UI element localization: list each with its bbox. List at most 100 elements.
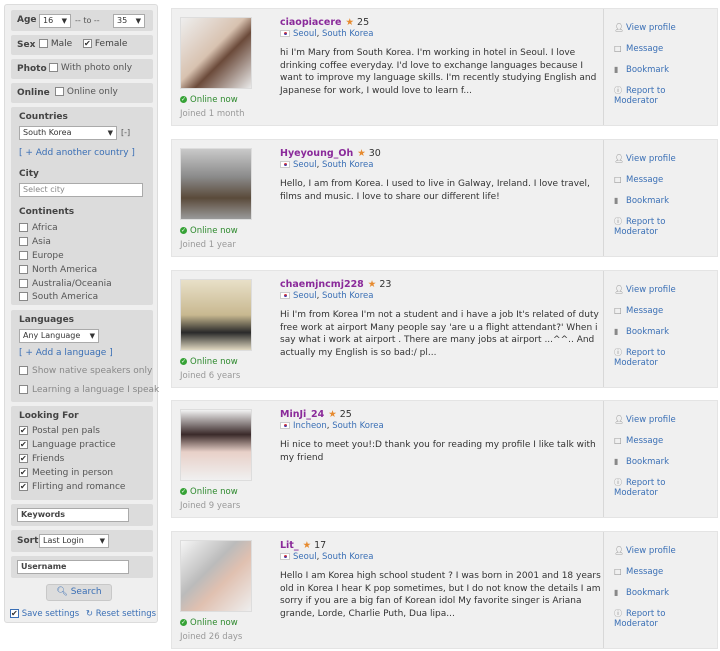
country-select[interactable]: South Korea ▼ bbox=[19, 126, 117, 140]
message-button[interactable]: □ Message bbox=[614, 306, 663, 316]
age-from-select[interactable]: 16 ▼ bbox=[39, 14, 71, 28]
looking-for-item[interactable]: Postal pen pals bbox=[19, 426, 100, 436]
view-profile-button[interactable]: 👤︎ View profile bbox=[614, 546, 676, 556]
report-button[interactable]: ⓘ Report to Moderator bbox=[614, 609, 665, 629]
looking-for-item[interactable]: Language practice bbox=[19, 440, 116, 450]
report-button[interactable]: ⓘ Report to Moderator bbox=[614, 217, 665, 237]
continent-checkbox[interactable] bbox=[19, 292, 28, 301]
add-country-link[interactable]: [ + Add another country ] bbox=[19, 148, 135, 158]
profile-photo[interactable] bbox=[180, 279, 252, 351]
remove-country-button[interactable]: [-] bbox=[121, 128, 130, 137]
language-select[interactable]: Any Language ▼ bbox=[19, 329, 99, 343]
view-profile-button[interactable]: 👤︎ View profile bbox=[614, 23, 676, 33]
learning-language-option[interactable]: Learning a language I speak bbox=[19, 385, 159, 395]
online-checkbox[interactable] bbox=[55, 87, 64, 96]
star-icon: ★ bbox=[302, 540, 312, 551]
username-link[interactable]: ciaopiacere bbox=[280, 17, 342, 28]
username-link[interactable]: Hyeyoung_Oh bbox=[280, 148, 353, 159]
bookmark-button[interactable]: ▮ Bookmark bbox=[614, 457, 669, 467]
country-link[interactable]: South Korea bbox=[322, 291, 374, 301]
female-checkbox[interactable] bbox=[83, 39, 92, 48]
city-link[interactable]: Incheon bbox=[293, 421, 327, 431]
continent-north-america[interactable]: North America bbox=[19, 265, 97, 275]
add-language-link[interactable]: [ + Add a language ] bbox=[19, 348, 113, 358]
message-button[interactable]: □ Message bbox=[614, 175, 663, 185]
message-button[interactable]: □ Message bbox=[614, 44, 663, 54]
native-speakers-checkbox[interactable] bbox=[19, 366, 28, 375]
continent-checkbox[interactable] bbox=[19, 279, 28, 288]
native-speakers-option[interactable]: Show native speakers only bbox=[19, 366, 152, 376]
sex-female-option[interactable]: Female bbox=[83, 39, 127, 49]
bookmark-icon: ▮ bbox=[614, 457, 619, 466]
learning-language-checkbox[interactable] bbox=[19, 385, 28, 394]
online-option[interactable]: Online only bbox=[55, 87, 118, 97]
continent-asia[interactable]: Asia bbox=[19, 237, 51, 247]
continent-south-america[interactable]: South America bbox=[19, 292, 98, 302]
looking-for-checkbox[interactable] bbox=[19, 454, 28, 463]
username-input[interactable]: Username bbox=[17, 560, 129, 574]
username-link[interactable]: chaemjncmj228 bbox=[280, 279, 364, 290]
view-profile-button[interactable]: 👤︎ View profile bbox=[614, 285, 676, 295]
looking-for-item[interactable]: Flirting and romance bbox=[19, 482, 125, 492]
sex-male-option[interactable]: Male bbox=[39, 39, 72, 49]
bookmark-button[interactable]: ▮ Bookmark bbox=[614, 588, 669, 598]
info-icon: ⓘ bbox=[614, 348, 622, 357]
report-label: Report to bbox=[626, 478, 666, 488]
sort-select[interactable]: Last Login ▼ bbox=[39, 534, 109, 548]
username-link[interactable]: Lit_ bbox=[280, 540, 299, 551]
profile-photo[interactable] bbox=[180, 409, 252, 481]
country-link[interactable]: South Korea bbox=[332, 421, 384, 431]
city-link[interactable]: Seoul bbox=[293, 291, 317, 301]
reset-settings-link[interactable]: ↻ Reset settings bbox=[86, 609, 156, 619]
city-placeholder: Select city bbox=[23, 185, 65, 194]
male-checkbox[interactable] bbox=[39, 39, 48, 48]
continent-europe[interactable]: Europe bbox=[19, 251, 64, 261]
continent-africa[interactable]: Africa bbox=[19, 223, 58, 233]
message-button[interactable]: □ Message bbox=[614, 436, 663, 446]
looking-for-checkbox[interactable] bbox=[19, 440, 28, 449]
continent-checkbox[interactable] bbox=[19, 251, 28, 260]
city-link[interactable]: Seoul bbox=[293, 552, 317, 562]
continent-checkbox[interactable] bbox=[19, 237, 28, 246]
keywords-input[interactable]: Keywords bbox=[17, 508, 129, 522]
age-to-select[interactable]: 35 ▼ bbox=[113, 14, 145, 28]
country-link[interactable]: South Korea bbox=[322, 160, 374, 170]
city-link[interactable]: Seoul bbox=[293, 29, 317, 39]
continent-checkbox[interactable] bbox=[19, 265, 28, 274]
chat-icon: □ bbox=[614, 436, 622, 445]
bookmark-button[interactable]: ▮ Bookmark bbox=[614, 327, 669, 337]
country-link[interactable]: South Korea bbox=[322, 552, 374, 562]
city-link[interactable]: Seoul bbox=[293, 160, 317, 170]
username-link[interactable]: MinJi_24 bbox=[280, 409, 324, 420]
continent-label: Africa bbox=[32, 223, 58, 233]
message-button[interactable]: □ Message bbox=[614, 567, 663, 577]
looking-for-item[interactable]: Friends bbox=[19, 454, 64, 464]
view-profile-button[interactable]: 👤︎ View profile bbox=[614, 415, 676, 425]
star-icon: ★ bbox=[367, 279, 377, 290]
looking-for-checkbox[interactable] bbox=[19, 468, 28, 477]
profile-photo[interactable] bbox=[180, 148, 252, 220]
report-button[interactable]: ⓘ Report to Moderator bbox=[614, 478, 665, 498]
sort-filter: Sort Last Login ▼ bbox=[11, 530, 153, 552]
photo-checkbox[interactable] bbox=[49, 63, 58, 72]
continent-checkbox[interactable] bbox=[19, 223, 28, 232]
native-speakers-label: Show native speakers only bbox=[32, 366, 153, 376]
user-icon: 👤︎ bbox=[614, 154, 625, 163]
photo-option[interactable]: With photo only bbox=[49, 63, 132, 73]
save-settings-link[interactable]: Save settings bbox=[10, 609, 79, 619]
looking-for-checkbox[interactable] bbox=[19, 426, 28, 435]
report-button[interactable]: ⓘ Report to Moderator bbox=[614, 348, 665, 368]
looking-for-item[interactable]: Meeting in person bbox=[19, 468, 113, 478]
profile-photo[interactable] bbox=[180, 17, 252, 89]
country-link[interactable]: South Korea bbox=[322, 29, 374, 39]
looking-for-checkbox[interactable] bbox=[19, 482, 28, 491]
report-button[interactable]: ⓘ Report to Moderator bbox=[614, 86, 665, 106]
bookmark-button[interactable]: ▮ Bookmark bbox=[614, 65, 669, 75]
continent-australia-oceania[interactable]: Australia/Oceania bbox=[19, 279, 112, 289]
reset-settings-label: Reset settings bbox=[95, 609, 157, 619]
view-profile-button[interactable]: 👤︎ View profile bbox=[614, 154, 676, 164]
search-button[interactable]: 🔍︎ Search bbox=[46, 584, 112, 601]
profile-photo[interactable] bbox=[180, 540, 252, 612]
city-input[interactable]: Select city bbox=[19, 183, 143, 197]
bookmark-button[interactable]: ▮ Bookmark bbox=[614, 196, 669, 206]
